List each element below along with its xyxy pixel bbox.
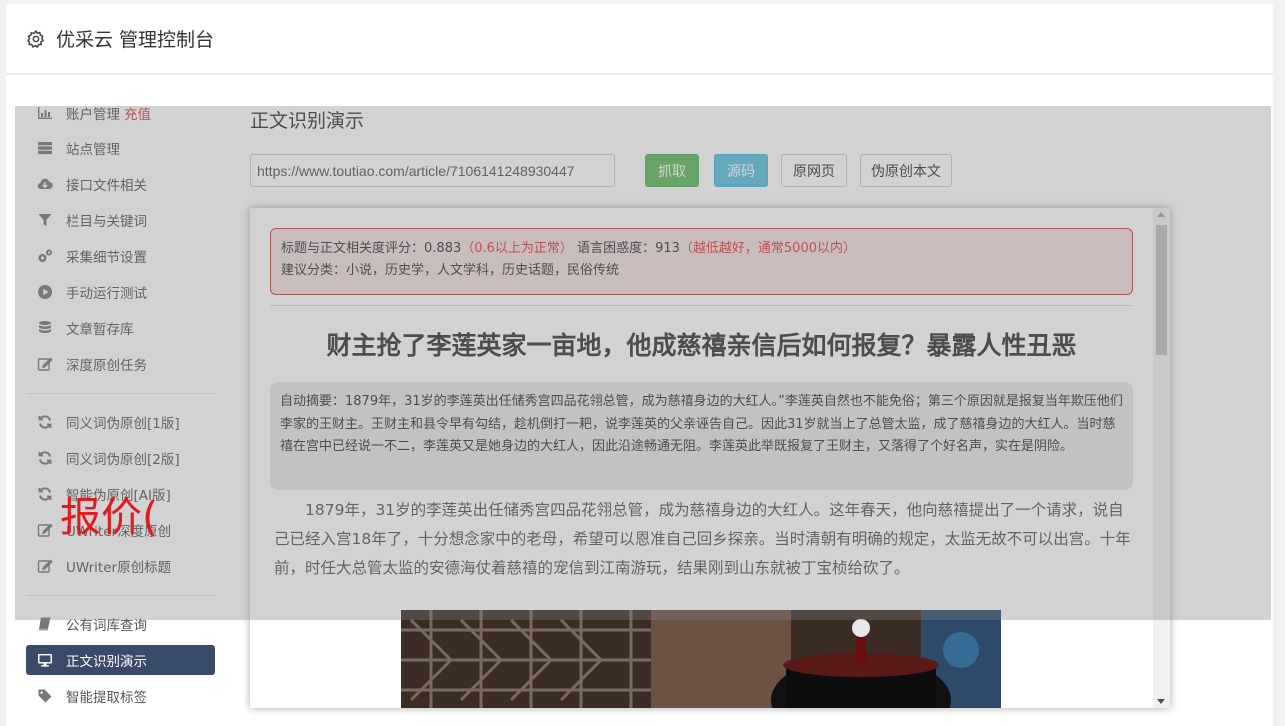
sidebar-item-label: 公有词库查询 — [66, 618, 147, 634]
monitor-icon — [37, 652, 53, 668]
scroll-down-icon[interactable] — [1157, 699, 1165, 704]
sidebar-item-deep-original-task[interactable]: 深度原创任务 — [26, 346, 215, 382]
sidebar-item-sites[interactable]: 站点管理 — [26, 130, 215, 166]
article-scrollbar[interactable] — [1153, 208, 1170, 708]
sidebar-item-label: 手动运行测试 — [66, 286, 147, 302]
sidebar-item-label: UWriter原创标题 — [66, 560, 172, 576]
sidebar-item-label: 账户管理 — [66, 107, 120, 123]
sidebar-item-article-storage[interactable]: 文章暂存库 — [26, 310, 215, 346]
scroll-thumb[interactable] — [1156, 225, 1167, 355]
sidebar-item-collect-settings[interactable]: 采集细节设置 — [26, 238, 215, 274]
sidebar-item-account[interactable]: 账户管理 充值 — [26, 96, 215, 130]
app-title: 优采云 管理控制台 — [56, 29, 215, 51]
score-alert: 标题与正文相关度评分：0.883（0.6以上为正常） 语言困惑度：913（越低越… — [270, 228, 1133, 295]
category-line: 建议分类：小说，历史学，人文学科，历史话题，民俗传统 — [281, 263, 620, 278]
grab-button[interactable]: 抓取 — [645, 154, 699, 187]
edit-icon — [37, 356, 53, 372]
tag-icon — [37, 688, 53, 704]
sidebar: 账户管理 充值 站点管理 接口文件相关 栏目与关键词 采集细节设置 手动运行测试… — [26, 96, 215, 714]
article-title: 财主抢了李莲英家一亩地，他成慈禧亲信后如何报复？暴露人性丑恶 — [326, 331, 1077, 360]
sidebar-item-ai-rewrite[interactable]: 智能伪原创[AI版] — [26, 476, 215, 512]
sidebar-item-synonym-v1[interactable]: 同义词伪原创[1版] — [26, 404, 215, 440]
url-input[interactable] — [250, 154, 615, 187]
edit-icon — [37, 558, 53, 574]
sidebar-item-label: 智能提取标签 — [66, 690, 147, 706]
article-image — [401, 610, 1001, 708]
database-icon — [37, 320, 53, 336]
sidebar-item-label: 栏目与关键词 — [66, 214, 147, 230]
scroll-up-icon[interactable] — [1157, 212, 1165, 217]
sidebar-item-uwriter-deep[interactable]: UWriter深度原创 — [26, 512, 215, 548]
gear-icon — [27, 29, 45, 48]
score-note: （0.6以上为正常） — [461, 241, 573, 256]
sidebar-item-synonym-v2[interactable]: 同义词伪原创[2版] — [26, 440, 215, 476]
perplexity-note: （越低越好，通常5000以内） — [679, 241, 856, 256]
source-button[interactable]: 源码 — [714, 154, 768, 187]
play-circle-icon — [37, 284, 53, 300]
sidebar-item-manual-run[interactable]: 手动运行测试 — [26, 274, 215, 310]
filter-icon — [37, 212, 53, 228]
book-icon — [37, 616, 53, 632]
sidebar-item-public-lexicon[interactable]: 公有词库查询 — [26, 606, 215, 642]
rewrite-article-button[interactable]: 伪原创本文 — [860, 154, 952, 187]
sidebar-item-label: 同义词伪原创[2版] — [66, 452, 180, 468]
sidebar-item-label: 文章暂存库 — [66, 322, 134, 338]
gears-icon — [37, 248, 53, 264]
sidebar-divider — [26, 595, 215, 596]
sidebar-divider — [26, 393, 215, 394]
sidebar-item-label: 正文识别演示 — [66, 654, 147, 670]
sidebar-item-interface-files[interactable]: 接口文件相关 — [26, 166, 215, 202]
top-header: 优采云 管理控制台 — [6, 4, 1273, 74]
score-line: 标题与正文相关度评分：0.883（0.6以上为正常） 语言困惑度：913（越低越… — [281, 238, 1122, 260]
perplexity-label: 语言困惑度： — [577, 241, 656, 256]
score-label: 标题与正文相关度评分： — [281, 241, 425, 256]
sidebar-item-columns-keywords[interactable]: 栏目与关键词 — [26, 202, 215, 238]
sidebar-item-label: 接口文件相关 — [66, 178, 147, 194]
page-title: 正文识别演示 — [250, 110, 365, 132]
sidebar-item-label: UWriter深度原创 — [66, 524, 172, 540]
refresh-icon — [37, 486, 53, 502]
sidebar-item-label: 采集细节设置 — [66, 250, 147, 266]
sidebar-item-uwriter-title[interactable]: UWriter原创标题 — [26, 548, 215, 584]
bar-chart-icon — [37, 105, 53, 121]
original-page-button[interactable]: 原网页 — [781, 154, 847, 187]
edit-icon — [37, 522, 53, 538]
cloud-download-icon — [37, 176, 53, 192]
refresh-icon — [37, 450, 53, 466]
article-image-graphic — [401, 610, 1001, 708]
sidebar-item-text-recognition[interactable]: 正文识别演示 — [26, 645, 215, 675]
score-value: 0.883 — [424, 241, 462, 256]
sidebar-item-label: 站点管理 — [66, 142, 120, 158]
sidebar-item-label: 智能伪原创[AI版] — [66, 488, 171, 504]
refresh-icon — [37, 414, 53, 430]
perplexity-value: 913 — [655, 241, 680, 256]
recharge-link[interactable]: 充值 — [124, 103, 151, 123]
auto-summary: 自动摘要：1879年，31岁的李莲英出任储秀宫四品花翎总管，成为慈禧身边的大红人… — [270, 382, 1133, 490]
sidebar-item-label: 同义词伪原创[1版] — [66, 416, 180, 432]
sidebar-item-label: 深度原创任务 — [66, 358, 147, 374]
server-icon — [37, 140, 53, 156]
sidebar-item-smart-tags[interactable]: 智能提取标签 — [26, 678, 215, 714]
divider — [270, 305, 1133, 306]
article-panel: 标题与正文相关度评分：0.883（0.6以上为正常） 语言困惑度：913（越低越… — [250, 208, 1170, 708]
article-paragraph: 1879年，31岁的李莲英出任储秀宫四品花翎总管，成为慈禧身边的大红人。这年春天… — [274, 501, 1131, 577]
